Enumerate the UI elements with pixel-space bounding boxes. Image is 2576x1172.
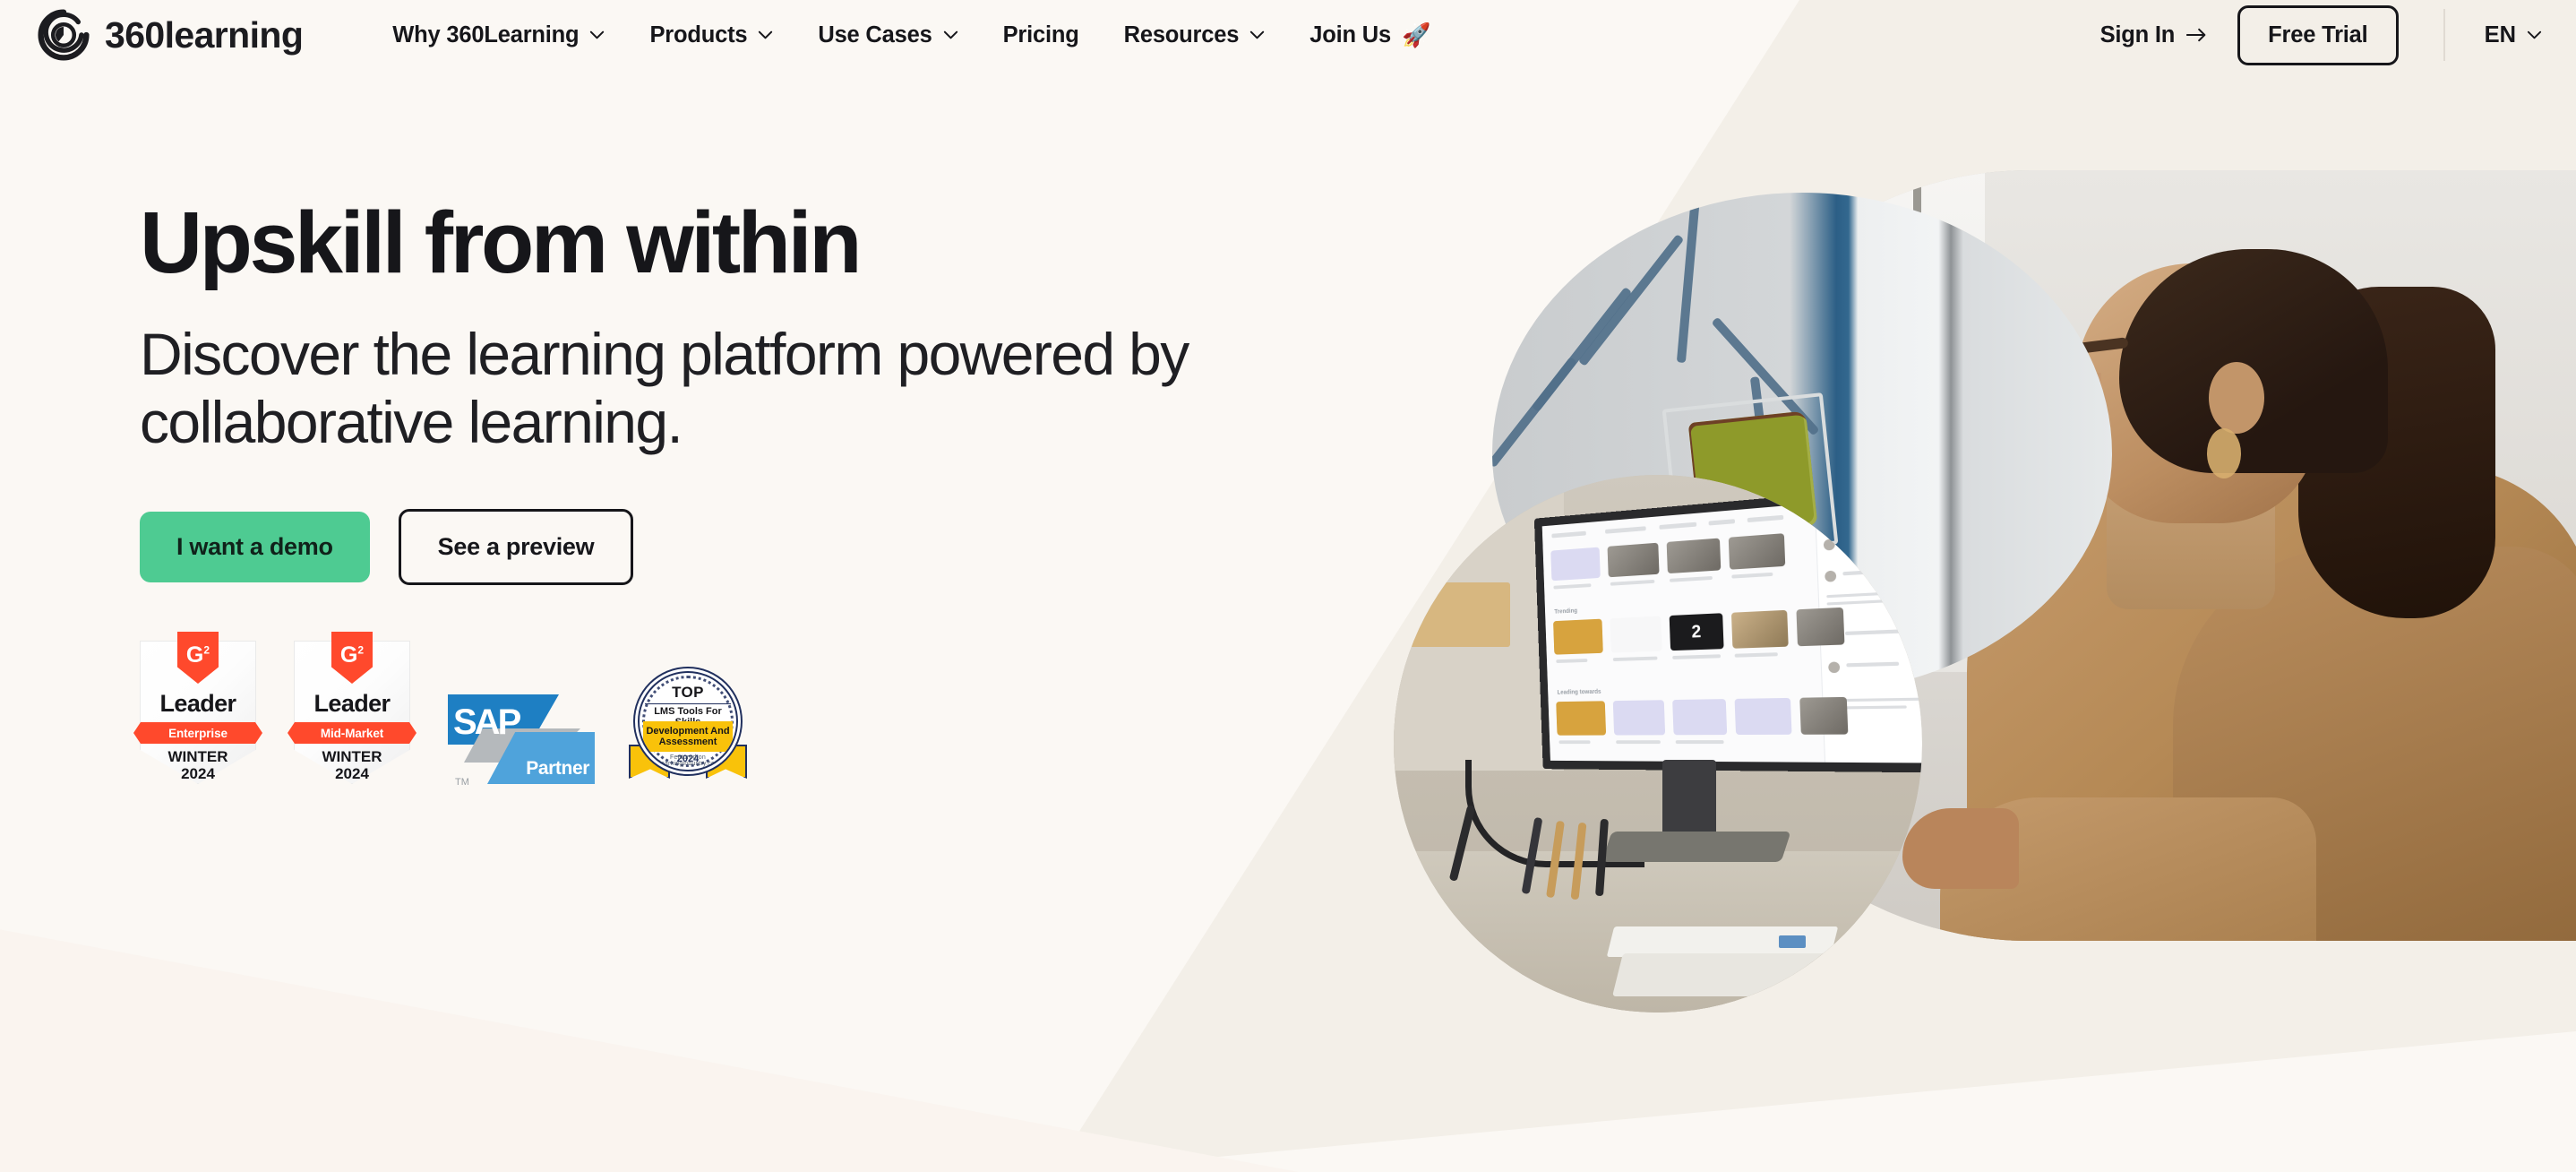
hero-page: Trending 2 Leading towards 360learning W…	[0, 0, 2576, 1172]
chevron-down-icon	[590, 30, 605, 39]
badge-subcategory: Development And Assessment	[643, 721, 733, 753]
nav-label: Why 360Learning	[392, 22, 580, 47]
sap-partner-badge[interactable]: SAP Partner TM	[448, 687, 595, 788]
sign-in-link[interactable]: Sign In	[2081, 13, 2228, 57]
hero-cta-row: I want a demo See a preview	[140, 509, 1241, 586]
360learning-circle-logo-icon	[38, 9, 90, 61]
main-navigation: Why 360Learning Products Use Cases Prici…	[370, 13, 1453, 57]
badge-rank: Leader	[159, 690, 237, 718]
brand-name: 360learning	[105, 13, 304, 56]
g2-leader-mid-market-badge[interactable]: G2 Leader Mid-Market WINTER 2024	[294, 632, 410, 785]
nav-label: Use Cases	[818, 22, 932, 47]
top-lms-tools-badge[interactable]: TOP LMS Tools For Skills Development And…	[629, 671, 747, 784]
header-actions: Sign In Free Trial EN	[2081, 4, 2551, 65]
hero-subheadline: Discover the learning platform powered b…	[140, 320, 1189, 456]
badge-period: WINTER 2024	[167, 748, 228, 783]
see-preview-button[interactable]: See a preview	[398, 509, 634, 586]
nav-item-pricing[interactable]: Pricing	[981, 13, 1102, 57]
award-badge-row: G2 Leader Enterprise WINTER 2024 G2 Leade…	[140, 632, 1241, 788]
nav-item-why-360learning[interactable]: Why 360Learning	[370, 13, 627, 57]
nav-label: Pricing	[1002, 22, 1079, 47]
sap-wordmark: SAP	[453, 702, 521, 743]
header-divider	[2443, 9, 2445, 61]
hero-photo-group: Trending 2 Leading towards	[1304, 0, 2576, 1172]
site-header: 360learning Why 360Learning Products Use…	[0, 0, 2576, 70]
language-label: EN	[2484, 22, 2516, 47]
chevron-down-icon	[943, 30, 957, 39]
sap-partner-label: Partner	[526, 758, 589, 780]
hero-content: Upskill from within Discover the learnin…	[140, 194, 1241, 788]
badge-segment: Enterprise	[133, 722, 262, 744]
g2-leader-enterprise-badge[interactable]: G2 Leader Enterprise WINTER 2024	[140, 632, 256, 785]
nav-label: Resources	[1123, 22, 1240, 47]
chevron-down-icon	[759, 30, 773, 39]
nav-item-resources[interactable]: Resources	[1102, 13, 1288, 57]
badge-rank: Leader	[313, 690, 391, 718]
nav-item-use-cases[interactable]: Use Cases	[795, 13, 980, 57]
desk-monitor-showing-course-catalog-photo: Trending 2 Leading towards	[1394, 475, 1922, 1013]
sign-in-label: Sign In	[2099, 22, 2176, 47]
arrow-right-icon	[2186, 28, 2206, 42]
badge-source: Featured on elearningindustry.com	[655, 754, 721, 768]
chevron-down-icon	[2527, 30, 2542, 39]
nav-label: Products	[649, 22, 748, 47]
chevron-down-icon	[1250, 30, 1265, 39]
badge-period: WINTER 2024	[322, 748, 382, 783]
nav-item-products[interactable]: Products	[627, 13, 795, 57]
language-selector[interactable]: EN	[2476, 15, 2551, 56]
brand-logo[interactable]: 360learning	[38, 9, 304, 61]
rocket-icon: 🚀	[1401, 22, 1431, 48]
badge-segment: Mid-Market	[288, 722, 416, 744]
nav-item-join-us[interactable]: Join Us 🚀	[1287, 13, 1453, 57]
trademark-mark: TM	[455, 777, 469, 789]
request-demo-button[interactable]: I want a demo	[140, 512, 370, 583]
badge-top-label: TOP	[672, 684, 704, 702]
free-trial-button[interactable]: Free Trial	[2237, 4, 2399, 65]
page-title: Upskill from within	[140, 194, 862, 291]
nav-label: Join Us	[1309, 22, 1391, 47]
